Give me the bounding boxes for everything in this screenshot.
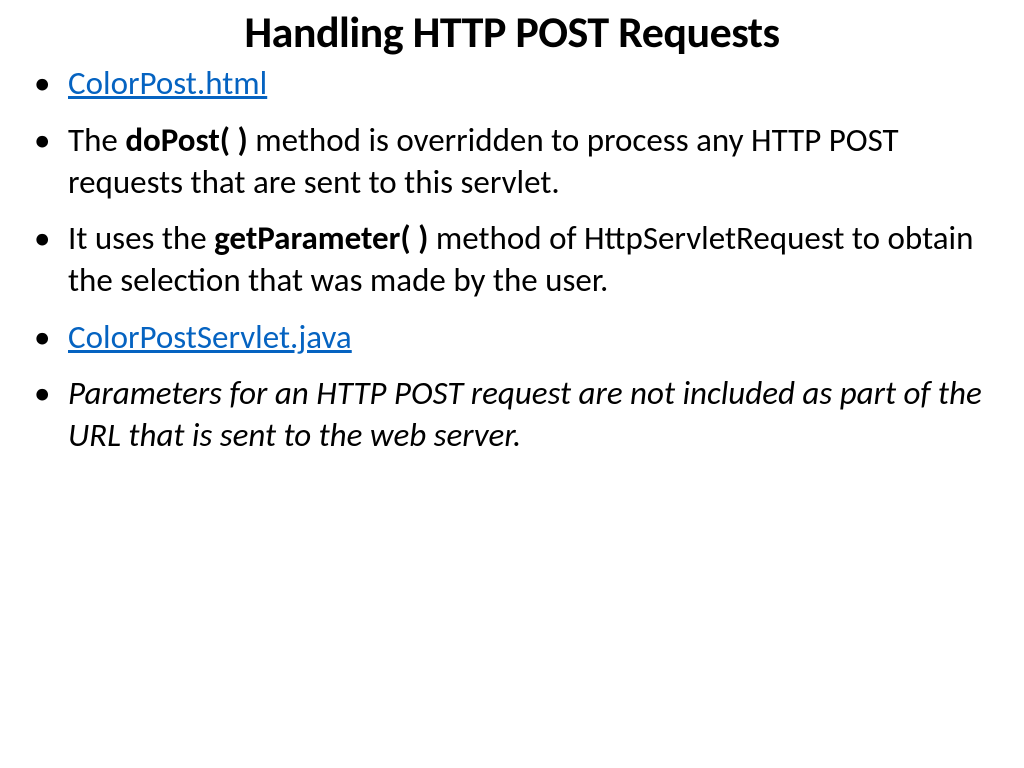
- bullet-text: It uses the: [68, 218, 214, 258]
- slide-container: Handling HTTP POST Requests ColorPost.ht…: [0, 0, 1024, 768]
- bullet-item: It uses the getParameter( ) method of Ht…: [20, 217, 1004, 301]
- bold-text: getParameter( ): [214, 218, 428, 258]
- bullet-item: ColorPost.html: [20, 62, 1004, 104]
- link-colorpost-html[interactable]: ColorPost.html: [68, 63, 267, 103]
- bold-text: doPost( ): [125, 120, 247, 160]
- bullet-item: ColorPostServlet.java: [20, 316, 1004, 358]
- link-colorpostservlet-java[interactable]: ColorPostServlet.java: [68, 317, 352, 357]
- bullet-text: The: [68, 120, 125, 160]
- bullet-list: ColorPost.html The doPost( ) method is o…: [20, 62, 1004, 456]
- italic-text: Parameters for an HTTP POST request are …: [68, 373, 982, 455]
- bullet-item: The doPost( ) method is overridden to pr…: [20, 119, 1004, 203]
- slide-title: Handling HTTP POST Requests: [20, 8, 1004, 56]
- bullet-item: Parameters for an HTTP POST request are …: [20, 372, 1004, 456]
